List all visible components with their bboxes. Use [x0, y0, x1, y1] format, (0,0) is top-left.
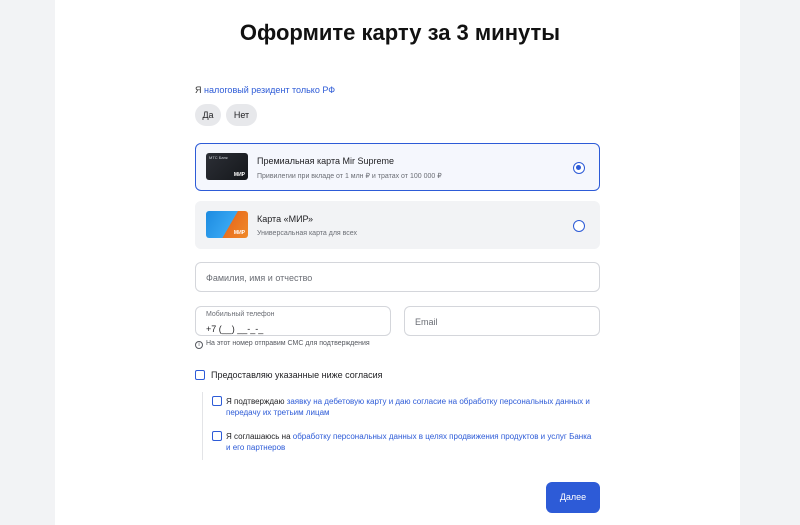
card-option-mir-supreme[interactable]: МТС Банк МИР Премиальная карта Mir Supre… [195, 143, 600, 191]
card-option-mir[interactable]: МИР Карта «МИР» Универсальная карта для … [195, 201, 600, 249]
consent-marketing-checkbox[interactable] [212, 431, 222, 441]
info-icon: i [195, 341, 203, 349]
card-bank-label: МТС Банк [209, 155, 228, 160]
consent-text: Я соглашаюсь на [226, 432, 293, 441]
phone-value: +7 (__) __-_-_ [206, 324, 264, 334]
fio-placeholder: Фамилия, имя и отчество [206, 273, 313, 283]
resident-yes-chip[interactable]: Да [195, 104, 221, 126]
phone-hint: i На этот номер отправим СМС для подтверж… [195, 340, 370, 349]
resident-question: Я налоговый резидент только РФ [195, 85, 335, 95]
consent-card-application-text: Я подтверждаю заявку на дебетовую карту … [226, 396, 596, 418]
phone-field[interactable]: Мобильный телефон +7 (__) __-_-_ [195, 306, 391, 336]
resident-link[interactable]: налоговый резидент только РФ [204, 85, 335, 95]
consent-text: Я подтверждаю [226, 397, 287, 406]
resident-no-chip[interactable]: Нет [226, 104, 257, 126]
fio-field[interactable]: Фамилия, имя и отчество [195, 262, 600, 292]
next-button[interactable]: Далее [546, 482, 600, 513]
mir-logo: МИР [233, 172, 245, 178]
card-name: Карта «МИР» [257, 214, 314, 224]
consent-marketing-text: Я соглашаюсь на обработку персональных д… [226, 431, 596, 453]
card-radio-selected[interactable] [573, 162, 585, 174]
phone-hint-text: На этот номер отправим СМС для подтвержд… [206, 340, 370, 347]
card-name: Премиальная карта Mir Supreme [257, 156, 394, 166]
main-consent-checkbox[interactable] [195, 370, 205, 380]
card-subtitle: Привилегии при вкладе от 1 млн ₽ и трата… [257, 173, 442, 180]
phone-label: Мобильный телефон [206, 311, 275, 318]
card-subtitle: Универсальная карта для всех [257, 230, 358, 237]
mir-card-image: МИР [206, 211, 248, 238]
consent-divider [202, 392, 203, 460]
premium-card-image: МТС Банк МИР [206, 153, 248, 180]
page-title: Оформите карту за 3 минуты [239, 20, 561, 45]
card-radio[interactable] [573, 220, 585, 232]
email-field[interactable]: Email [404, 306, 600, 336]
email-placeholder: Email [415, 317, 438, 327]
mir-logo: МИР [233, 230, 245, 236]
resident-prefix: Я [195, 85, 202, 95]
main-consent-label: Предоставляю указанные ниже согласия [211, 370, 383, 380]
consent-card-application-checkbox[interactable] [212, 396, 222, 406]
